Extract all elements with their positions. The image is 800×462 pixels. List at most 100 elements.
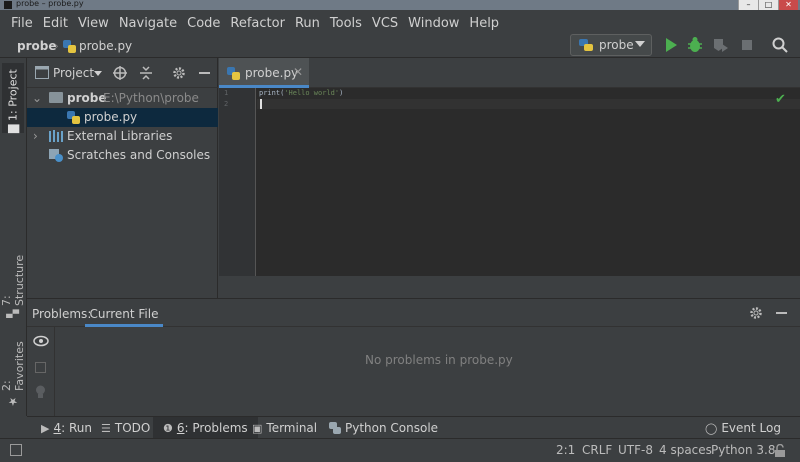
close-window-button[interactable]: ✕ xyxy=(778,0,798,10)
search-everywhere-button[interactable] xyxy=(771,36,789,54)
tree-item-probe-folder[interactable]: ⌄ probe E:\Python\probe xyxy=(27,89,218,108)
menu-view[interactable]: View xyxy=(73,16,114,31)
empty-problems-message: No problems in probe.py xyxy=(365,353,513,367)
python-interpreter[interactable]: Python 3.8 xyxy=(711,443,776,457)
collapse-all-icon xyxy=(140,66,152,80)
chevron-down-icon[interactable] xyxy=(94,71,102,76)
tab-structure[interactable]: ▚ 7: Structure xyxy=(0,246,26,318)
editor-tab-probe-py[interactable]: probe.py ✕ xyxy=(219,58,309,88)
python-icon xyxy=(579,39,593,51)
app-icon xyxy=(4,1,12,9)
indent-setting[interactable]: 4 spaces xyxy=(659,443,712,457)
line-number: 1 xyxy=(224,89,229,97)
run-button[interactable] xyxy=(662,36,680,54)
problems-title: Problems: xyxy=(32,307,92,321)
lightbulb-icon[interactable] xyxy=(35,385,46,399)
tab-python-console[interactable]: Python Console xyxy=(325,417,442,439)
preview-icon[interactable] xyxy=(35,362,46,373)
breadcrumb-file[interactable]: probe.py xyxy=(79,39,132,53)
status-bar: 2:1 CRLF UTF-8 4 spaces Python 3.8 xyxy=(0,438,800,462)
code-token: print( xyxy=(259,89,285,97)
project-view-selector[interactable]: Project xyxy=(53,66,94,80)
menu-code[interactable]: Code xyxy=(182,16,225,31)
play-icon: ▶ xyxy=(41,421,50,435)
maximize-button[interactable]: □ xyxy=(758,0,778,10)
close-tab-icon[interactable]: ✕ xyxy=(293,65,303,79)
coverage-icon xyxy=(714,39,728,52)
file-encoding[interactable]: UTF-8 xyxy=(618,443,653,457)
tab-todo[interactable]: ☰ TODO xyxy=(97,417,154,439)
tab-event-log[interactable]: ◯ Event Log xyxy=(701,417,785,439)
menu-refactor[interactable]: Refactor xyxy=(225,16,290,31)
code-line[interactable]: print('Hello world') xyxy=(259,89,343,97)
problems-settings-button[interactable] xyxy=(749,306,763,320)
project-panel-header: Project xyxy=(27,58,218,88)
tree-item-label: probe.py xyxy=(84,110,138,124)
tab-favorites[interactable]: ★ 2: Favorites xyxy=(0,336,26,408)
tree-item-path: E:\Python\probe xyxy=(103,91,199,105)
tab-problems-key: 6 xyxy=(176,421,185,435)
breadcrumb-project[interactable]: probe xyxy=(17,39,56,53)
eye-icon[interactable] xyxy=(33,335,49,347)
menu-window[interactable]: Window xyxy=(403,16,464,31)
tab-run-key: 4 xyxy=(53,421,62,435)
scratches-icon xyxy=(49,149,63,162)
hide-panel-button[interactable] xyxy=(199,72,210,74)
editor-tab-bar: probe.py ✕ xyxy=(219,58,800,88)
structure-icon: ▚ xyxy=(6,309,20,318)
stop-button[interactable] xyxy=(738,36,756,54)
tree-item-label: probe xyxy=(67,91,107,105)
tab-run[interactable]: ▶ 4: Run xyxy=(37,417,96,439)
chevron-down-icon xyxy=(635,41,645,47)
caret-position[interactable]: 2:1 xyxy=(556,443,575,457)
tab-problems[interactable]: ❶ 6: Problems xyxy=(153,417,258,439)
stop-icon xyxy=(742,40,752,50)
project-window-icon xyxy=(35,66,49,79)
window-title: probe – probe.py xyxy=(16,0,84,8)
minimize-button[interactable]: – xyxy=(738,0,758,10)
lock-icon[interactable] xyxy=(774,444,786,457)
chevron-right-icon[interactable]: › xyxy=(33,129,38,143)
run-configuration-label: probe xyxy=(599,38,634,52)
list-icon: ☰ xyxy=(101,421,111,435)
menu-run[interactable]: Run xyxy=(290,16,325,31)
line-separator[interactable]: CRLF xyxy=(582,443,612,457)
tab-favorites-label: 2: Favorites xyxy=(0,341,26,391)
bug-icon xyxy=(688,37,702,52)
problems-panel: Problems: Current File No problems in pr… xyxy=(27,298,800,417)
menu-help[interactable]: Help xyxy=(464,16,504,31)
tab-current-file-label: Current File xyxy=(89,307,159,321)
tab-event-log-label: Event Log xyxy=(721,421,781,435)
hide-panel-button[interactable] xyxy=(776,312,787,314)
menu-navigate[interactable]: Navigate xyxy=(114,16,182,31)
tab-current-file[interactable]: Current File xyxy=(85,299,163,327)
tab-project[interactable]: ▇ 1: Project xyxy=(2,63,24,133)
menu-vcs[interactable]: VCS xyxy=(367,16,403,31)
menu-tools[interactable]: Tools xyxy=(325,16,367,31)
collapse-all-button[interactable] xyxy=(139,66,153,80)
debug-button[interactable] xyxy=(686,36,704,54)
tab-todo-label: TODO xyxy=(114,421,151,435)
locate-file-button[interactable] xyxy=(113,66,127,80)
editor-tab-label: probe.py xyxy=(245,66,299,80)
python-file-icon xyxy=(63,40,76,53)
tree-item-scratches[interactable]: Scratches and Consoles xyxy=(27,146,218,165)
code-editor[interactable]: 1 2 print('Hello world') ✔ xyxy=(219,88,800,276)
menu-edit[interactable]: Edit xyxy=(38,16,73,31)
play-icon xyxy=(666,38,677,52)
tree-item-external-libraries[interactable]: › External Libraries xyxy=(27,127,218,146)
run-with-coverage-button[interactable] xyxy=(712,36,730,54)
tree-item-probe-py[interactable]: probe.py xyxy=(27,108,218,127)
line-number: 2 xyxy=(224,100,229,108)
toggle-tool-windows-icon[interactable] xyxy=(10,444,22,456)
star-icon: ★ xyxy=(6,395,20,408)
run-configuration-selector[interactable]: probe xyxy=(570,34,652,56)
gear-icon xyxy=(173,67,185,79)
chevron-down-icon[interactable]: ⌄ xyxy=(32,91,42,105)
tab-terminal[interactable]: ▣ Terminal xyxy=(248,417,321,439)
project-settings-button[interactable] xyxy=(172,66,186,80)
menu-file[interactable]: File xyxy=(6,16,38,31)
no-errors-check-icon[interactable]: ✔ xyxy=(775,92,786,107)
editor-gutter: 1 2 xyxy=(219,88,256,276)
tree-item-label: Scratches and Consoles xyxy=(67,148,211,162)
